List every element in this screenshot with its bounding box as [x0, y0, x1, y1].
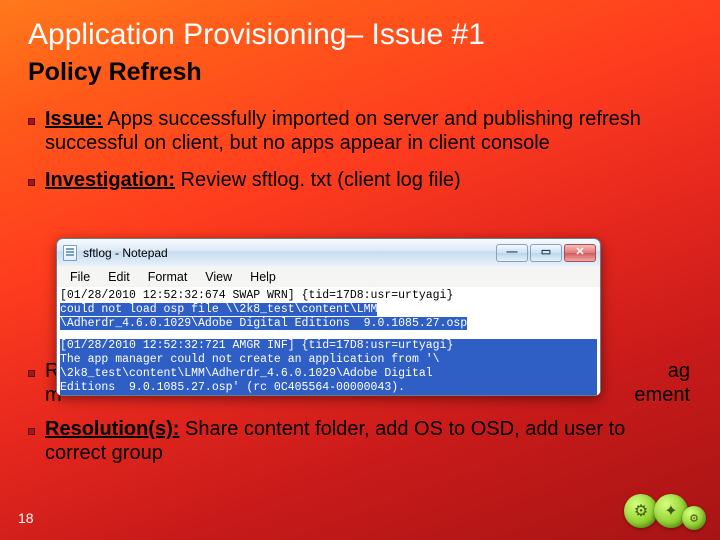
- log-line: [01/28/2010 12:52:32:674 SWAP WRN] {tid=…: [60, 289, 597, 303]
- notepad-menubar: File Edit Format View Help: [56, 266, 601, 287]
- rootcause-right1: ag: [668, 360, 690, 384]
- bullet-resolution: Resolution(s): Share content folder, add…: [28, 418, 690, 465]
- page-title: Application Provisioning– Issue #1: [28, 18, 485, 52]
- gear-icon: ⚙: [624, 494, 658, 528]
- bullet-marker-icon: [28, 118, 35, 125]
- bullet-marker-icon: [28, 428, 35, 435]
- rootcause-right2: ement: [634, 384, 690, 408]
- bullet-text: Issue: Apps successfully imported on ser…: [45, 108, 690, 155]
- page-subtitle: Policy Refresh: [28, 58, 202, 87]
- bullet-label: Resolution(s):: [45, 418, 179, 440]
- bullet-label: Issue:: [45, 108, 103, 130]
- menu-view[interactable]: View: [196, 268, 241, 286]
- notepad-title: sftlog - Notepad: [83, 246, 496, 260]
- close-icon: ✕: [575, 247, 584, 258]
- notepad-app-icon: [63, 245, 77, 261]
- close-button[interactable]: ✕: [564, 244, 596, 262]
- log-line: Editions 9.0.1085.27.osp' (rc 0C405564-0…: [60, 381, 597, 395]
- bullet-investigation: Investigation: Review sftlog. txt (clien…: [28, 169, 690, 193]
- slide: Application Provisioning– Issue #1 Polic…: [0, 0, 720, 540]
- bullet-issue: Issue: Apps successfully imported on ser…: [28, 108, 690, 155]
- notepad-window: sftlog - Notepad — ▭ ✕ File Edit Format …: [56, 238, 601, 396]
- bullet-resolution-row: Resolution(s): Share content folder, add…: [28, 408, 690, 479]
- log-gap: [60, 331, 597, 339]
- menu-edit[interactable]: Edit: [99, 268, 139, 286]
- notepad-titlebar[interactable]: sftlog - Notepad — ▭ ✕: [56, 238, 601, 266]
- maximize-button[interactable]: ▭: [530, 244, 562, 262]
- log-line: \Adherdr_4.6.0.1029\Adobe Digital Editio…: [60, 317, 597, 331]
- bullet-text: Investigation: Review sftlog. txt (clien…: [45, 169, 461, 193]
- bullet-list: Issue: Apps successfully imported on ser…: [28, 108, 690, 207]
- window-buttons: — ▭ ✕: [496, 244, 596, 262]
- gears-icon: ⚙: [682, 506, 706, 530]
- minimize-icon: —: [507, 247, 518, 258]
- notepad-body[interactable]: [01/28/2010 12:52:32:674 SWAP WRN] {tid=…: [56, 287, 601, 396]
- bullet-marker-icon: [28, 179, 35, 186]
- log-line: \2k8_test\content\LMM\Adherdr_4.6.0.1029…: [60, 367, 597, 381]
- page-number: 18: [18, 510, 34, 526]
- corner-icon-cluster: ⚙ ✦ ⚙: [624, 494, 706, 528]
- log-line: could not load osp file \\2k8_test\conte…: [60, 303, 597, 317]
- bullet-marker-icon: [28, 370, 35, 377]
- maximize-icon: ▭: [541, 247, 551, 258]
- bullet-label: Investigation:: [45, 169, 175, 191]
- menu-format[interactable]: Format: [139, 268, 197, 286]
- menu-help[interactable]: Help: [241, 268, 285, 286]
- minimize-button[interactable]: —: [496, 244, 528, 262]
- log-line: The app manager could not create an appl…: [60, 353, 597, 367]
- bullet-text: Resolution(s): Share content folder, add…: [45, 418, 690, 465]
- menu-file[interactable]: File: [61, 268, 99, 286]
- log-line: [01/28/2010 12:52:32:721 AMGR INF] {tid=…: [60, 339, 597, 353]
